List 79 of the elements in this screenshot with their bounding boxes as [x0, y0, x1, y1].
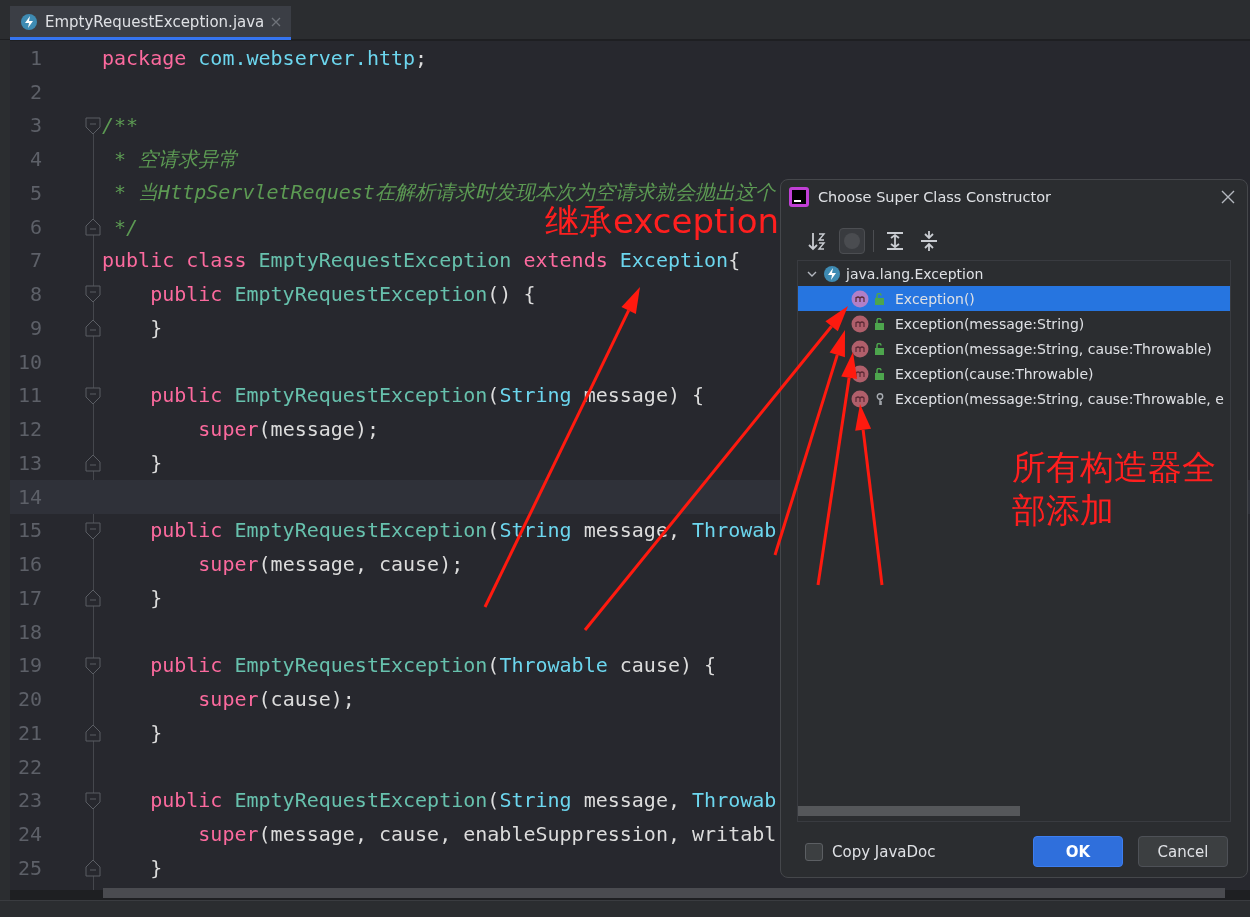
- method-icon: [851, 289, 869, 308]
- code-line: public EmptyRequestException(Throwable cause) {: [149, 653, 717, 678]
- code-line: public EmptyRequestException() {: [149, 282, 536, 307]
- line-number: 20: [16, 687, 42, 712]
- class-icon: [20, 12, 38, 31]
- code-line: public EmptyRequestException(String message, Throwab: [149, 788, 777, 813]
- line-number: 16: [16, 552, 42, 577]
- ok-button[interactable]: OK: [1033, 836, 1123, 867]
- close-icon[interactable]: [1221, 190, 1235, 204]
- line-number: 7: [28, 248, 42, 273]
- code-line: }: [149, 450, 163, 475]
- class-icon[interactable]: [839, 228, 865, 254]
- code-line: * 空请求异常: [113, 145, 239, 173]
- code-line: package com.webserver.http;: [102, 45, 428, 70]
- fold-icon[interactable]: [85, 791, 101, 810]
- line-number: 18: [16, 619, 42, 644]
- line-number: 25: [16, 855, 42, 880]
- unlock-icon: [874, 367, 886, 380]
- scrollbar[interactable]: [103, 888, 1225, 898]
- line-number: 11: [16, 383, 42, 408]
- tree-item[interactable]: java.lang.Exception: [798, 261, 1230, 286]
- code-line: }: [149, 315, 163, 340]
- dialog-title: Choose Super Class Constructor: [818, 189, 1053, 205]
- fold-icon[interactable]: [85, 859, 101, 877]
- fold-icon[interactable]: [85, 454, 101, 472]
- fold-icon[interactable]: [85, 319, 101, 337]
- unlock-icon: [874, 342, 886, 355]
- fold-icon[interactable]: [85, 116, 101, 135]
- line-number: 2: [28, 79, 42, 104]
- fold-icon[interactable]: [85, 589, 101, 607]
- code-line: super(message, cause);: [197, 552, 464, 577]
- tree-item[interactable]: Exception(message:String): [798, 311, 1230, 336]
- line-number: 17: [16, 585, 42, 610]
- line-number: 19: [16, 653, 42, 678]
- annotation-text: 所有构造器全部添加: [1012, 446, 1217, 531]
- line-number: 15: [16, 518, 42, 543]
- copy-javadoc-checkbox[interactable]: Copy JavaDoc: [805, 842, 1018, 861]
- unlock-icon: [874, 292, 886, 305]
- fold-icon[interactable]: [85, 386, 101, 405]
- code-line: }: [149, 720, 163, 745]
- code-line: }: [149, 855, 163, 880]
- line-number: 10: [16, 349, 42, 374]
- line-number: 1: [28, 45, 42, 70]
- scrollbar[interactable]: [798, 806, 1020, 816]
- line-number: 4: [28, 147, 42, 172]
- app-icon: [789, 187, 809, 207]
- tree-item[interactable]: Exception(message:String, cause:Throwable): [798, 336, 1230, 361]
- fold-icon[interactable]: [85, 217, 101, 236]
- line-number: 23: [16, 788, 42, 813]
- line-number: 8: [28, 282, 42, 307]
- class-icon: [823, 264, 841, 283]
- fold-icon[interactable]: [85, 724, 101, 742]
- method-icon: [851, 389, 869, 408]
- code-line: */: [113, 214, 139, 239]
- tree-item[interactable]: Exception(message:String, cause:Throwable, e: [798, 386, 1230, 411]
- fold-icon[interactable]: [85, 285, 101, 304]
- fold-icon[interactable]: [85, 656, 101, 675]
- line-number: 12: [16, 417, 42, 442]
- code-line: super(cause);: [197, 687, 355, 712]
- code-line: super(message, cause, enableSuppression, writabl: [197, 822, 777, 847]
- line-number: 9: [28, 315, 42, 340]
- line-number: 22: [16, 754, 42, 779]
- code-line: public class EmptyRequestException extends Exception{: [102, 248, 741, 273]
- line-number: 13: [16, 450, 42, 475]
- unlock-icon: [874, 317, 886, 330]
- line-number: 3: [28, 113, 42, 138]
- line-number: 24: [16, 822, 42, 847]
- code-line: super(message);: [197, 417, 379, 442]
- code-line: }: [149, 585, 163, 610]
- fold-icon[interactable]: [85, 521, 101, 540]
- key-icon: [874, 392, 886, 405]
- line-number: 21: [16, 720, 42, 745]
- method-icon: [851, 339, 869, 358]
- method-icon: [851, 314, 869, 333]
- code-line: /**: [102, 113, 139, 138]
- cancel-button[interactable]: Cancel: [1138, 836, 1228, 867]
- line-number: 5: [28, 180, 42, 205]
- line-number: 6: [28, 214, 42, 239]
- file-tab[interactable]: EmptyRequestException.java: [10, 6, 292, 40]
